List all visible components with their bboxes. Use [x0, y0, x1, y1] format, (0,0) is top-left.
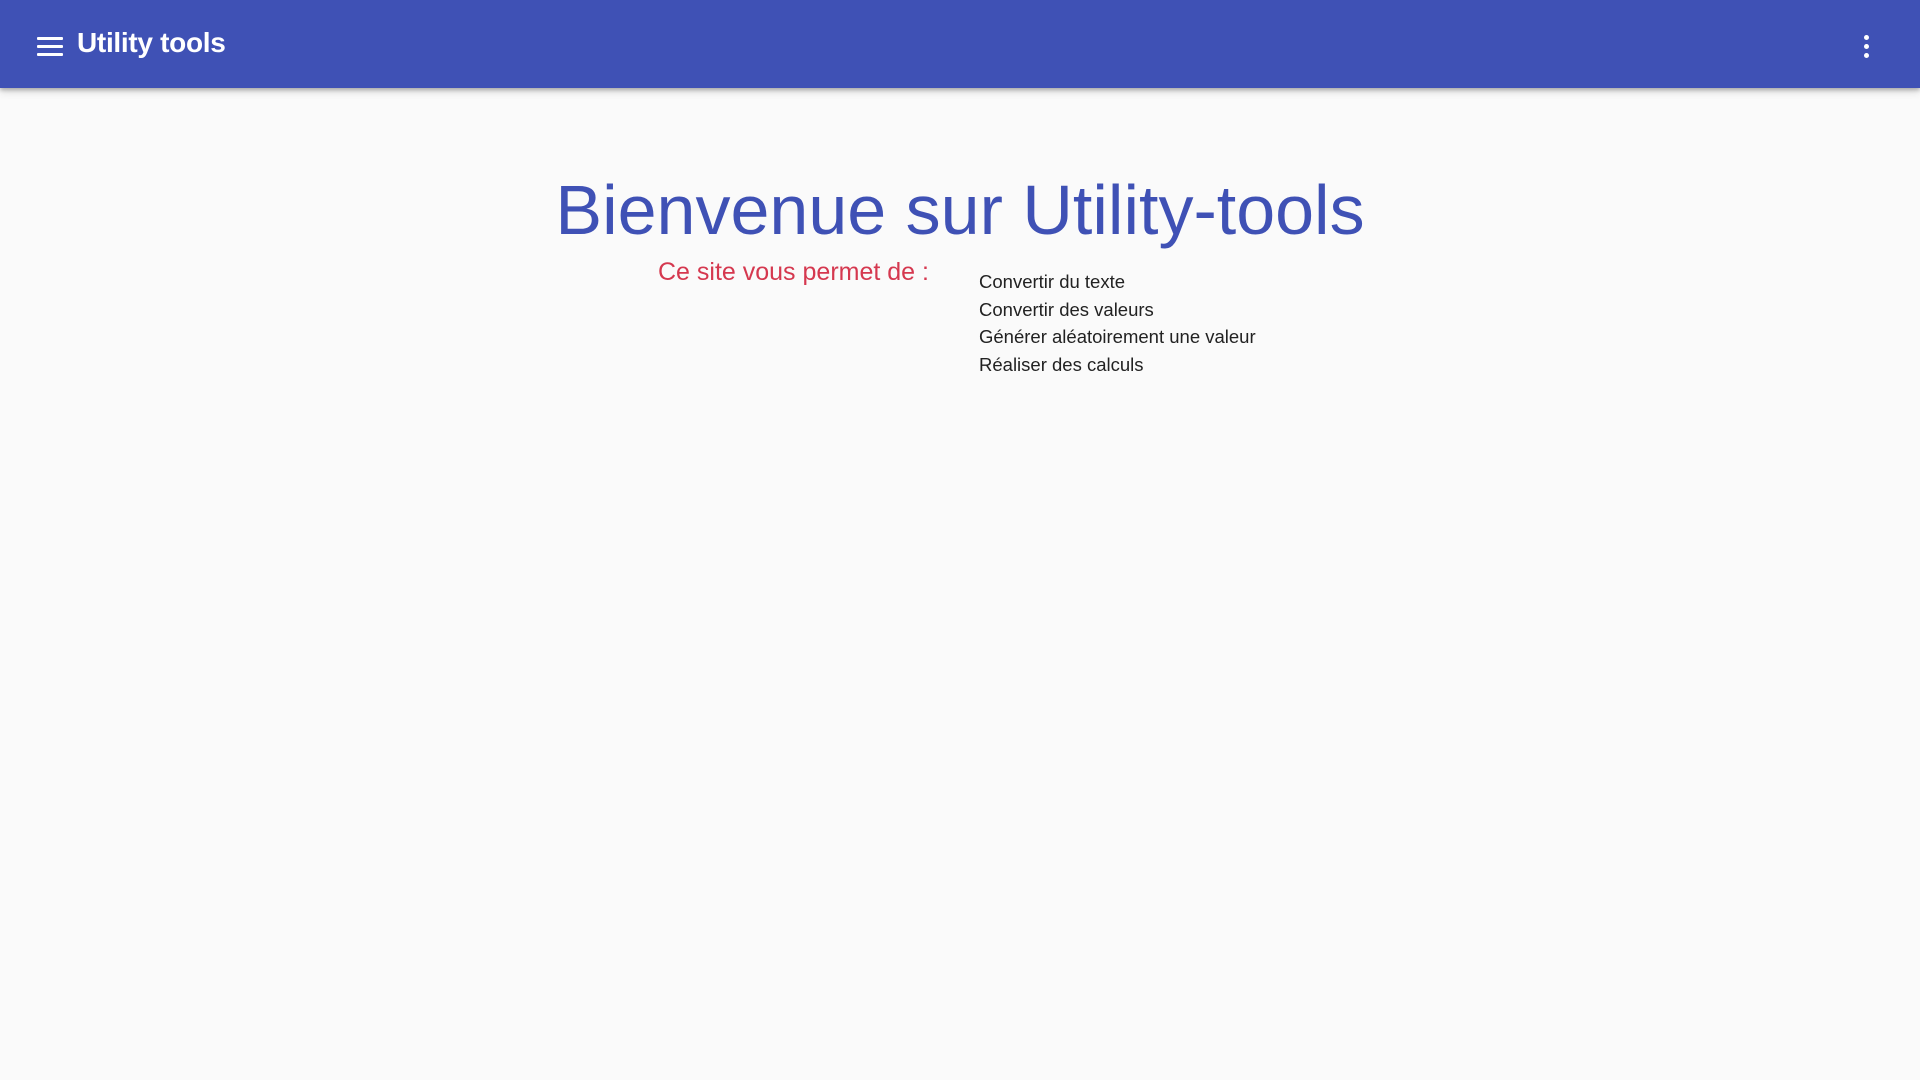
menu-icon-line: [37, 44, 63, 48]
features-list: Convertir du texte Convertir des valeurs…: [979, 268, 1256, 378]
feature-item-convert-text: Convertir du texte: [979, 271, 1126, 292]
menu-icon[interactable]: [30, 26, 70, 66]
page-title: Bienvenue sur Utility-tools: [555, 171, 1365, 249]
top-app-bar: Utility tools: [0, 0, 1920, 88]
feature-item-convert-values: Convertir des valeurs: [979, 298, 1154, 320]
menu-icon-line: [37, 36, 63, 40]
more-vert-icon[interactable]: [1846, 26, 1886, 66]
more-icon-dot: [1863, 43, 1869, 49]
menu-icon-line: [37, 52, 63, 56]
app-title: Utility tools: [77, 27, 226, 58]
more-icon-dot: [1863, 52, 1869, 58]
feature-item-random-value: Générer aléatoirement une valeur: [979, 326, 1256, 347]
feature-item-calculations: Réaliser des calculs: [979, 353, 1144, 375]
more-icon-dot: [1863, 34, 1869, 40]
main-content: Bienvenue sur Utility-tools Ce site vous…: [0, 88, 1920, 1080]
features-intro: Ce site vous permet de :: [658, 258, 929, 286]
